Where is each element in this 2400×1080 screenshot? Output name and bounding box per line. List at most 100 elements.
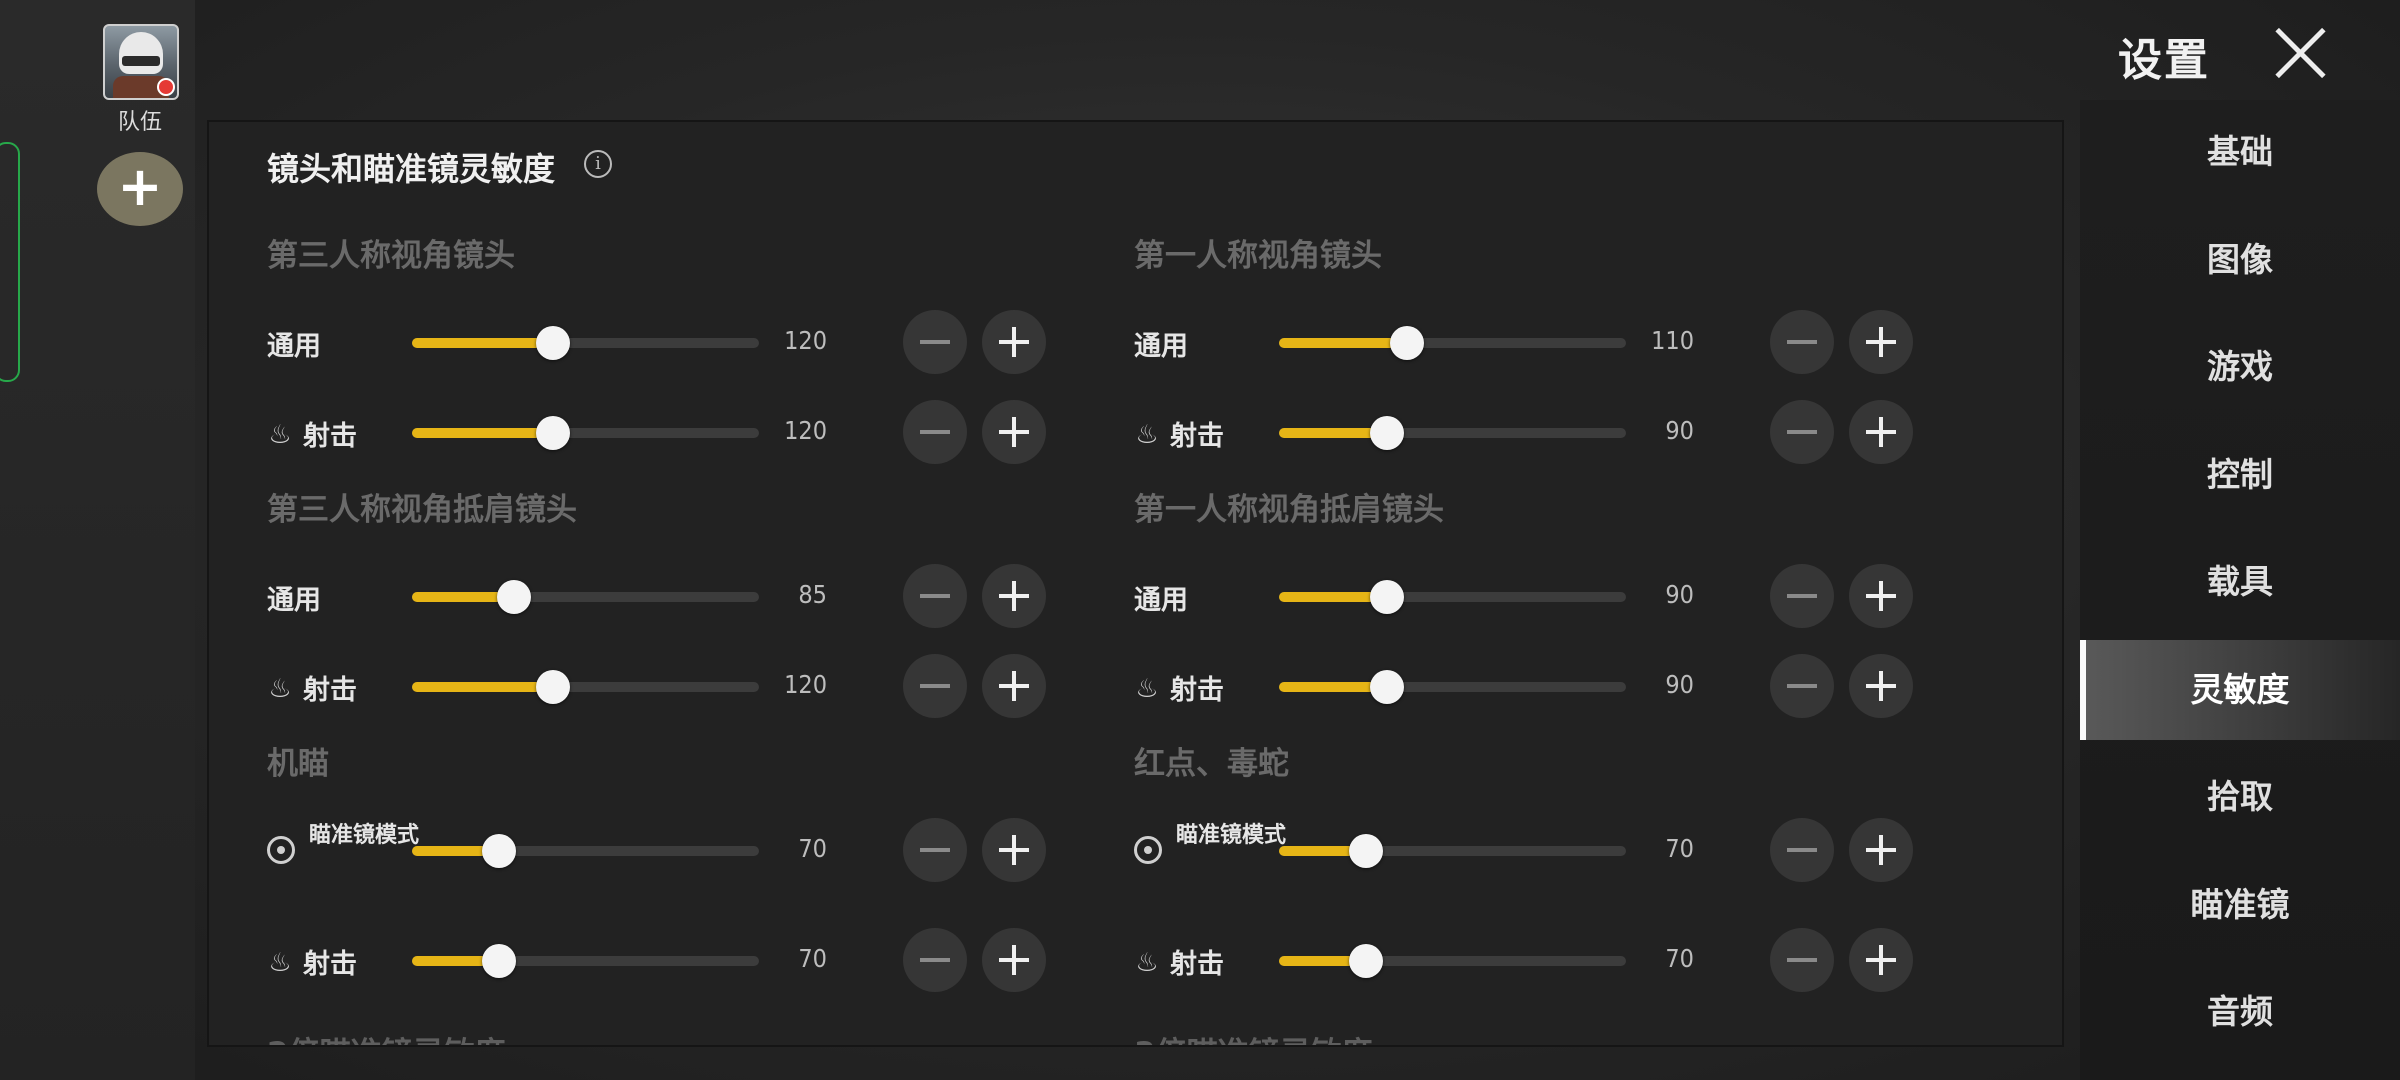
slider-handle[interactable] <box>1348 834 1383 868</box>
slider-track[interactable] <box>1279 416 1626 450</box>
slider-handle[interactable] <box>481 944 516 978</box>
slider-label-wrap: ♨ 射击 <box>1134 942 1224 981</box>
increase-button[interactable] <box>982 928 1046 992</box>
slider-label: 射击 <box>303 675 357 706</box>
decrease-button[interactable] <box>903 310 967 374</box>
slider-label: 通用 <box>267 585 321 616</box>
decrease-button[interactable] <box>1770 400 1834 464</box>
decrease-button[interactable] <box>903 564 967 628</box>
add-team-button[interactable]: + <box>97 152 183 226</box>
slider-handle[interactable] <box>481 834 516 868</box>
sidebar-item[interactable]: 拾取 <box>2080 747 2400 847</box>
sidebar-item[interactable]: 图像 <box>2080 210 2400 310</box>
sidebar-item[interactable]: 瞄准镜 <box>2080 855 2400 955</box>
decrease-button[interactable] <box>1770 310 1834 374</box>
increase-button[interactable] <box>1849 654 1913 718</box>
group-title: 机瞄 <box>267 746 329 782</box>
decrease-button[interactable] <box>903 654 967 718</box>
slider-value: 70 <box>798 944 827 973</box>
slider-handle[interactable] <box>1348 944 1383 978</box>
slider-handle[interactable] <box>497 580 532 614</box>
sidebar-item[interactable]: 游戏 <box>2080 317 2400 417</box>
slider-label-wrap: 通用 <box>267 578 321 617</box>
section-title: 镜头和瞄准镜灵敏度 <box>267 150 556 188</box>
notification-dot <box>157 78 175 96</box>
avatar[interactable] <box>103 24 179 100</box>
increase-button[interactable] <box>1849 564 1913 628</box>
slider-value: 70 <box>798 834 827 863</box>
slider-label: 射击 <box>303 421 357 452</box>
slider-handle[interactable] <box>535 416 570 450</box>
decrease-button[interactable] <box>903 400 967 464</box>
slider-handle[interactable] <box>535 670 570 704</box>
slider-value: 120 <box>784 416 827 445</box>
slider-row: 通用 85 <box>267 564 1046 628</box>
page-title: 设置 <box>2118 35 2210 86</box>
slider-value: 90 <box>1665 416 1694 445</box>
slider-fill <box>412 428 553 438</box>
slider-label-wrap: 通用 <box>1134 324 1188 363</box>
fire-icon: ♨ <box>268 673 292 704</box>
increase-button[interactable] <box>1849 400 1913 464</box>
slider-label: 通用 <box>267 331 321 362</box>
slider-track[interactable] <box>412 580 759 614</box>
slider-value: 70 <box>1665 944 1694 973</box>
sidebar-item[interactable]: 载具 <box>2080 532 2400 632</box>
slider-label: 射击 <box>1170 675 1224 706</box>
decrease-button[interactable] <box>903 818 967 882</box>
info-icon[interactable]: i <box>584 150 612 178</box>
sidebar-item[interactable]: 基础 <box>2080 102 2400 202</box>
slider-value: 85 <box>798 580 827 609</box>
slider-row: 瞄准镜模式 70 <box>1134 818 1913 882</box>
fire-icon: ♨ <box>268 419 292 450</box>
decrease-button[interactable] <box>1770 564 1834 628</box>
slider-track[interactable] <box>412 416 759 450</box>
scope-icon <box>267 836 295 864</box>
increase-button[interactable] <box>1849 928 1913 992</box>
slider-track[interactable] <box>1279 580 1626 614</box>
slider-track[interactable] <box>1279 326 1626 360</box>
increase-button[interactable] <box>982 654 1046 718</box>
slider-row: ♨ 射击 90 <box>1134 654 1913 718</box>
slider-handle[interactable] <box>1369 670 1404 704</box>
sidebar-item[interactable]: 灵敏度 <box>2080 639 2400 740</box>
slider-handle[interactable] <box>1390 326 1425 360</box>
slider-track[interactable] <box>1279 944 1626 978</box>
fire-icon: ♨ <box>1135 947 1159 978</box>
side-panel-tab[interactable] <box>0 142 20 382</box>
increase-button[interactable] <box>982 310 1046 374</box>
decrease-button[interactable] <box>1770 818 1834 882</box>
sidebar-item[interactable]: 音频 <box>2080 962 2400 1062</box>
slider-track[interactable] <box>1279 670 1626 704</box>
slider-label: 射击 <box>1170 421 1224 452</box>
slider-track[interactable] <box>1279 834 1626 868</box>
decrease-button[interactable] <box>903 928 967 992</box>
slider-handle[interactable] <box>1369 580 1404 614</box>
scope-icon <box>1134 836 1162 864</box>
decrease-button[interactable] <box>1770 928 1834 992</box>
slider-label: 通用 <box>1134 331 1188 362</box>
increase-button[interactable] <box>1849 310 1913 374</box>
slider-handle[interactable] <box>535 326 570 360</box>
slider-track[interactable] <box>412 944 759 978</box>
close-icon[interactable] <box>2270 22 2332 84</box>
increase-button[interactable] <box>982 564 1046 628</box>
slider-row: 瞄准镜模式 70 <box>267 818 1046 882</box>
sidebar-item[interactable]: 控制 <box>2080 425 2400 525</box>
increase-button[interactable] <box>982 400 1046 464</box>
slider-label: 射击 <box>1170 949 1224 980</box>
increase-button[interactable] <box>1849 818 1913 882</box>
slider-row: 通用 110 <box>1134 310 1913 374</box>
decrease-button[interactable] <box>1770 654 1834 718</box>
increase-button[interactable] <box>982 818 1046 882</box>
slider-label-wrap: ♨ 射击 <box>267 414 357 453</box>
slider-label-wrap: 通用 <box>1134 578 1188 617</box>
slider-value: 120 <box>784 326 827 355</box>
slider-track[interactable] <box>412 670 759 704</box>
settings-sidebar: 基础 图像 游戏 控制 载具 灵敏度 拾取 瞄准镜 音频 <box>2080 100 2400 1080</box>
slider-track[interactable] <box>412 326 759 360</box>
slider-track[interactable] <box>412 834 759 868</box>
slider-fill <box>412 682 553 692</box>
slider-row: ♨ 射击 120 <box>267 654 1046 718</box>
slider-handle[interactable] <box>1369 416 1404 450</box>
